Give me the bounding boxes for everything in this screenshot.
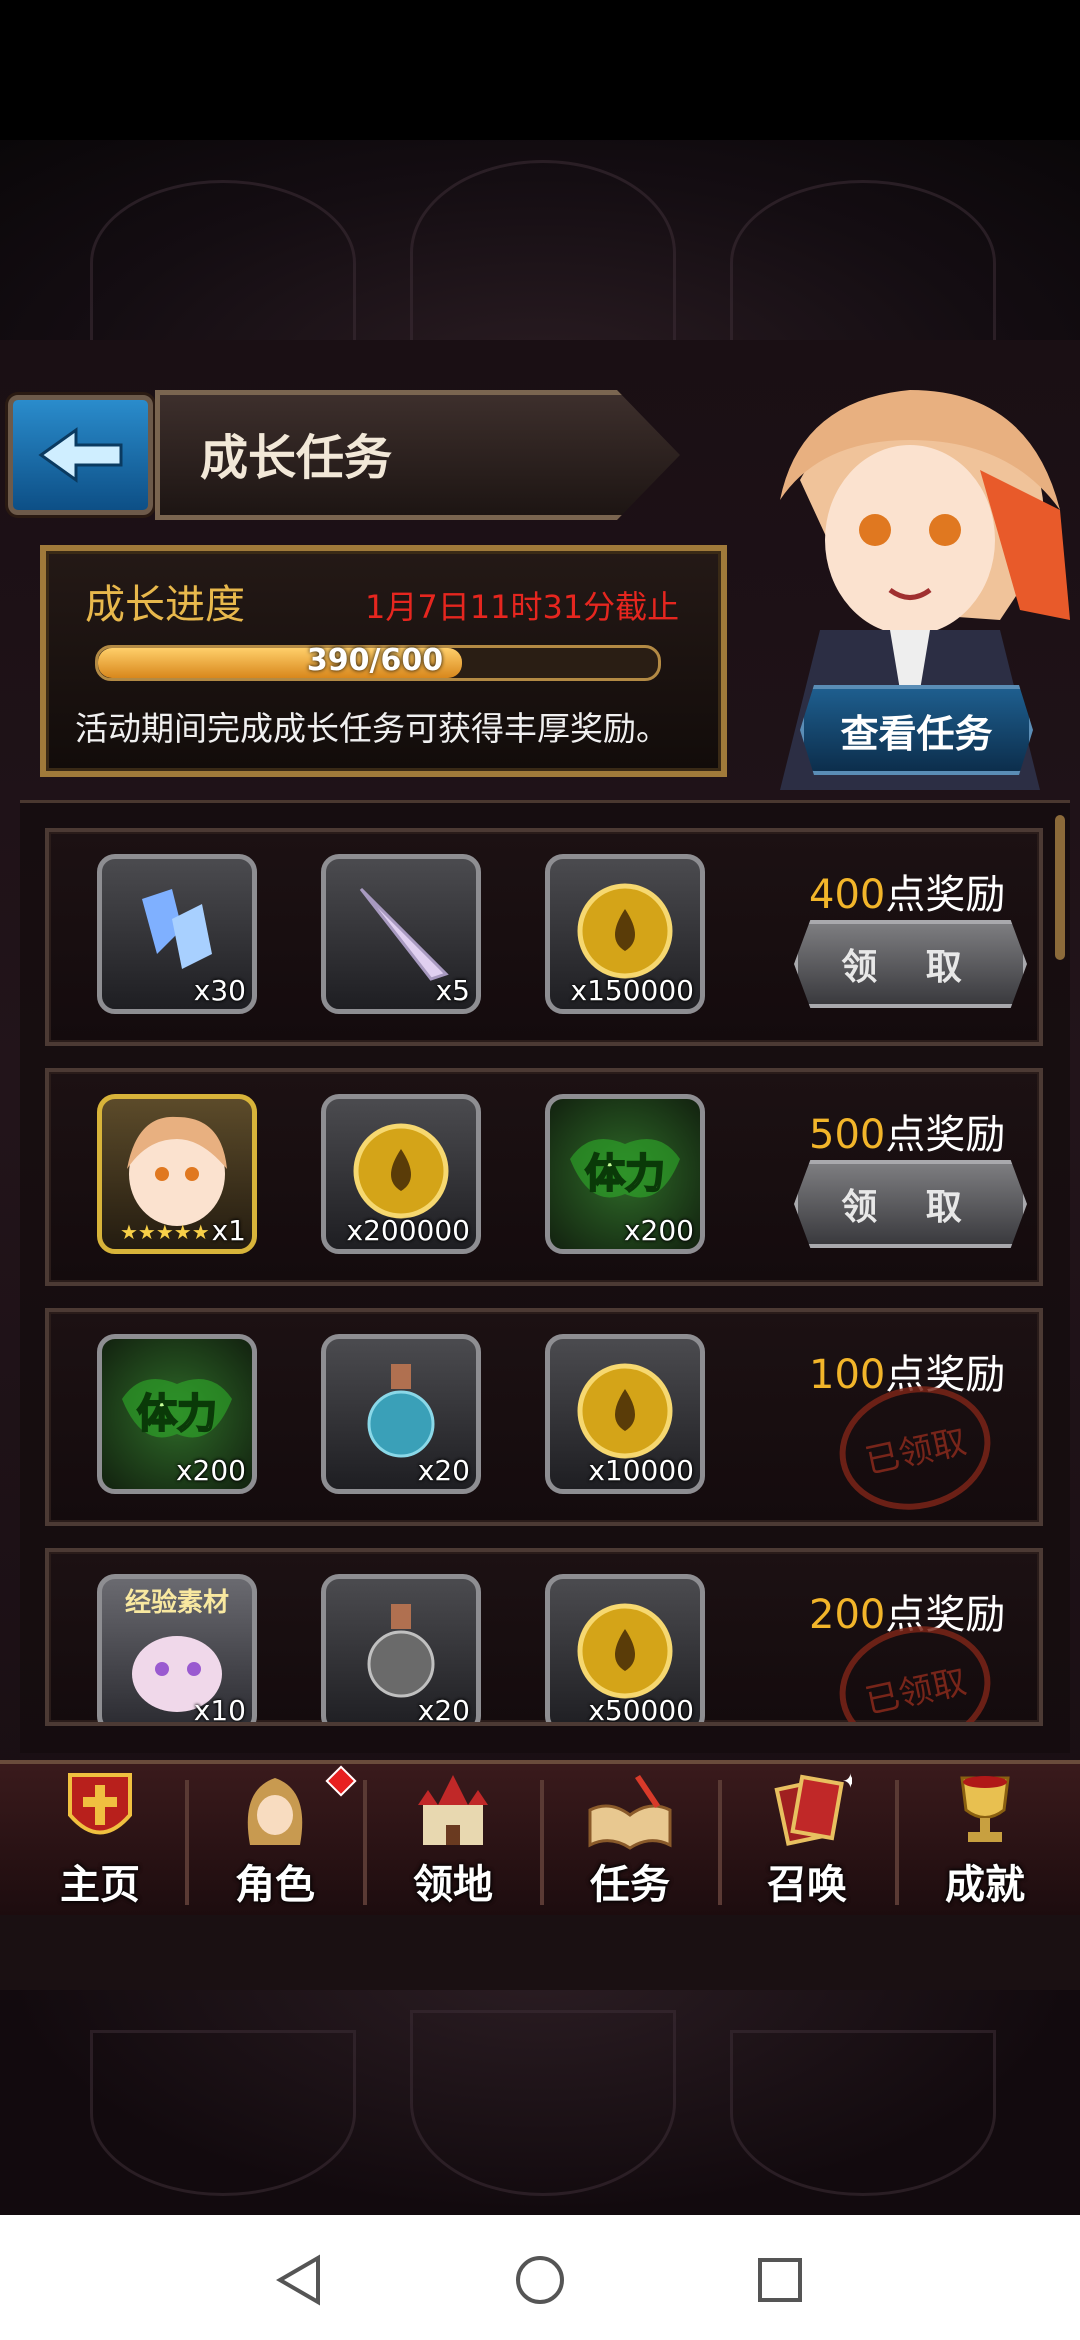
view-tasks-button[interactable]: 查看任务 xyxy=(800,685,1033,775)
home-circle-icon[interactable] xyxy=(510,2250,570,2310)
decorative-arch-background xyxy=(0,140,1080,346)
nav-label: 任务 xyxy=(590,1862,670,1908)
reward-points: 500 xyxy=(809,1112,886,1158)
nav-territory[interactable]: 领地 xyxy=(368,1770,538,1910)
reward-row: 体力 x200 x20 x10000 100点奖励 已领取 xyxy=(45,1308,1043,1526)
stamina-label: 体力 xyxy=(585,1151,665,1197)
reward-item[interactable]: 经验素材 x10 xyxy=(97,1574,257,1726)
nav-quest[interactable]: 任务 xyxy=(545,1770,715,1910)
reward-item[interactable]: x20 xyxy=(321,1574,481,1726)
deadline-text: 1月7日11时31分截止 xyxy=(365,588,680,626)
back-button[interactable] xyxy=(8,395,153,515)
progress-label: 成长进度 xyxy=(85,582,245,628)
reward-item[interactable]: x150000 xyxy=(545,854,705,1014)
summon-cards-icon: ✦ xyxy=(774,1770,852,1846)
svg-text:✦: ✦ xyxy=(842,1770,852,1793)
reward-item[interactable]: x30 xyxy=(97,854,257,1014)
exp-material-label: 经验素材 xyxy=(125,1587,229,1618)
nav-home[interactable]: 主页 xyxy=(15,1770,185,1910)
item-quantity: x1 xyxy=(211,1214,246,1247)
reward-item[interactable]: x20 xyxy=(321,1334,481,1494)
progress-description: 活动期间完成成长任务可获得丰厚奖励。 xyxy=(75,709,669,748)
reward-item[interactable]: x50000 xyxy=(545,1574,705,1726)
item-quantity: x5 xyxy=(435,974,470,1007)
item-quantity: x150000 xyxy=(570,974,694,1007)
reward-row: ★★★★★ x1 x200000 体力 x200 500点奖励 领 取 xyxy=(45,1068,1043,1286)
nav-achievement[interactable]: 成就 xyxy=(900,1770,1070,1910)
reward-item[interactable]: x5 xyxy=(321,854,481,1014)
list-scrollbar[interactable] xyxy=(1055,815,1065,960)
nav-label: 召唤 xyxy=(767,1862,847,1908)
system-nav-bar xyxy=(0,2215,1080,2340)
reward-item[interactable]: 体力 x200 xyxy=(97,1334,257,1494)
recents-square-icon[interactable] xyxy=(750,2250,810,2310)
back-triangle-icon[interactable] xyxy=(270,2250,330,2310)
progress-value: 390/600 xyxy=(306,643,444,678)
reward-points: 400 xyxy=(809,872,886,918)
character-hood-icon xyxy=(247,1778,303,1845)
quest-book-icon xyxy=(588,1775,672,1850)
nav-label: 领地 xyxy=(413,1862,493,1908)
reward-points-suffix: 点奖励 xyxy=(885,872,1006,918)
svg-text:★★★★★: ★★★★★ xyxy=(120,1220,210,1244)
decorative-arch-background xyxy=(0,1990,1080,2215)
top-black-bar xyxy=(0,0,1080,140)
reward-row: 经验素材 x10 x20 x50000 200点奖励 已领取 xyxy=(45,1548,1043,1726)
claim-button[interactable]: 领 取 xyxy=(794,920,1027,1008)
reward-points: 200 xyxy=(809,1592,886,1638)
item-quantity: x200000 xyxy=(346,1214,470,1247)
item-quantity: x20 xyxy=(417,1454,470,1487)
trophy-icon xyxy=(960,1776,1010,1842)
reward-item[interactable]: ★★★★★ x1 xyxy=(97,1094,257,1254)
nav-divider xyxy=(185,1780,189,1905)
reward-points: 100 xyxy=(809,1352,886,1398)
nav-divider xyxy=(540,1780,544,1905)
nav-divider xyxy=(895,1780,899,1905)
reward-item[interactable]: 体力 x200 xyxy=(545,1094,705,1254)
nav-label: 角色 xyxy=(235,1862,315,1908)
item-quantity: x10 xyxy=(193,1694,246,1726)
page-title: 成长任务 xyxy=(200,430,393,486)
nav-divider xyxy=(363,1780,367,1905)
item-quantity: x200 xyxy=(175,1454,246,1487)
item-quantity: x10000 xyxy=(588,1454,694,1487)
reward-item[interactable]: x200000 xyxy=(321,1094,481,1254)
item-quantity: x20 xyxy=(417,1694,470,1726)
stamina-label: 体力 xyxy=(137,1391,217,1437)
nav-decoration xyxy=(0,1915,1080,1993)
item-quantity: x200 xyxy=(623,1214,694,1247)
nav-label: 成就 xyxy=(945,1862,1025,1908)
reward-points-suffix: 点奖励 xyxy=(885,1112,1006,1158)
item-quantity: x50000 xyxy=(588,1694,694,1726)
reward-row: x30 x5 x150000 400点奖励 领 取 xyxy=(45,828,1043,1046)
back-arrow-icon xyxy=(37,427,122,483)
nav-summon[interactable]: ✦ 召唤 xyxy=(722,1770,892,1910)
reward-points-title: 500点奖励 xyxy=(809,1102,1005,1160)
nav-label: 主页 xyxy=(60,1862,140,1908)
reward-points-title: 400点奖励 xyxy=(809,862,1005,920)
home-shield-icon xyxy=(68,1773,132,1835)
item-quantity: x30 xyxy=(193,974,246,1007)
claim-button[interactable]: 领 取 xyxy=(794,1160,1027,1248)
castle-icon xyxy=(418,1775,488,1845)
reward-item[interactable]: x10000 xyxy=(545,1334,705,1494)
